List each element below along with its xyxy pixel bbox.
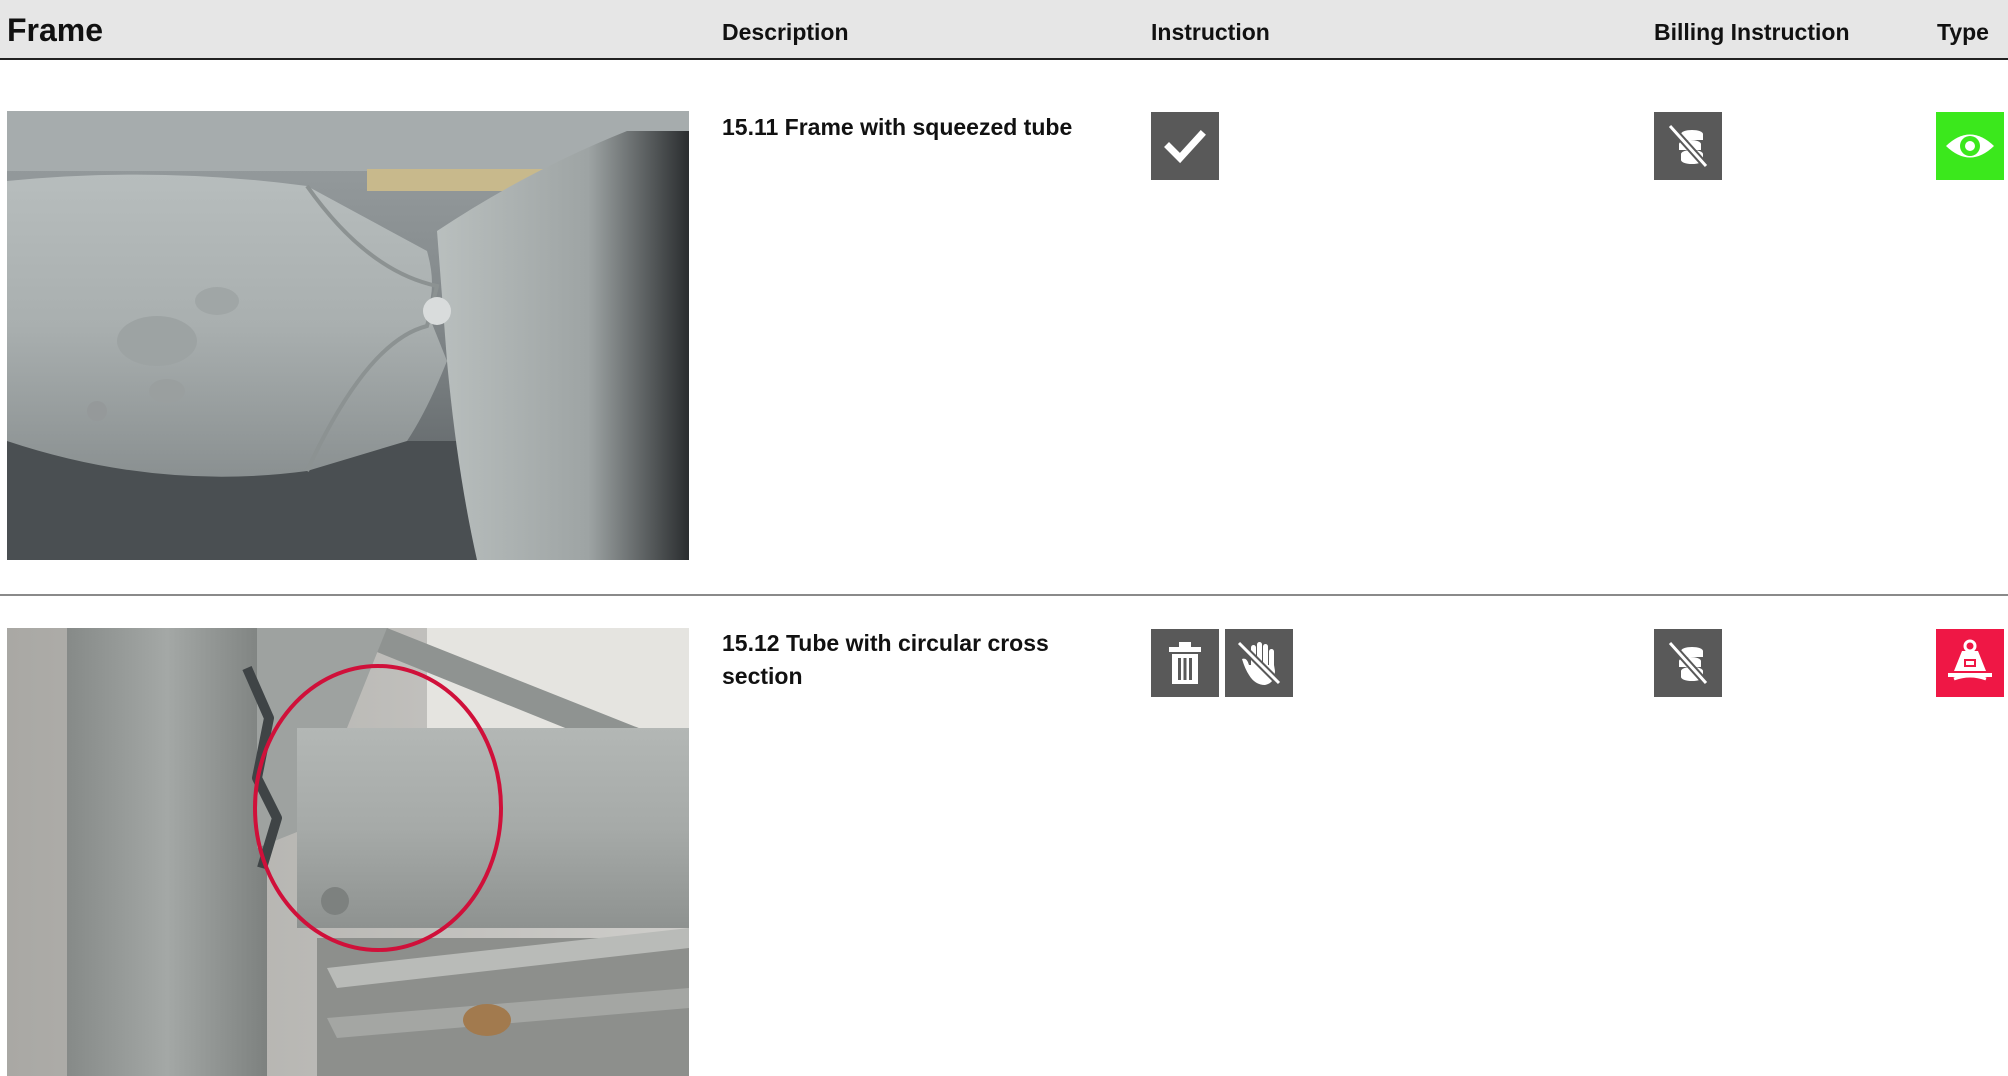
defect-photo-squeezed-tube bbox=[7, 111, 689, 560]
do-not-touch-icon bbox=[1225, 629, 1293, 697]
row-description: 15.11 Frame with squeezed tube bbox=[722, 114, 1073, 140]
defect-photo-circular-tube bbox=[7, 628, 689, 1076]
row-divider bbox=[0, 594, 2008, 596]
eye-icon bbox=[1936, 112, 2004, 180]
trash-icon bbox=[1151, 629, 1219, 697]
column-header-billing-instruction: Billing Instruction bbox=[1654, 19, 1850, 45]
column-header-instruction: Instruction bbox=[1151, 19, 1270, 45]
column-header-frame: Frame bbox=[7, 12, 104, 48]
no-billing-coins-icon bbox=[1654, 629, 1722, 697]
weight-kg-icon bbox=[1936, 629, 2004, 697]
row-description: 15.12 Tube with circular cross section bbox=[722, 630, 1049, 689]
no-billing-coins-icon bbox=[1654, 112, 1722, 180]
column-header-type: Type bbox=[1937, 19, 1989, 45]
table-header: Frame Description Instruction Billing In… bbox=[0, 0, 2008, 60]
column-header-description: Description bbox=[722, 19, 849, 45]
checkmark-icon bbox=[1151, 112, 1219, 180]
